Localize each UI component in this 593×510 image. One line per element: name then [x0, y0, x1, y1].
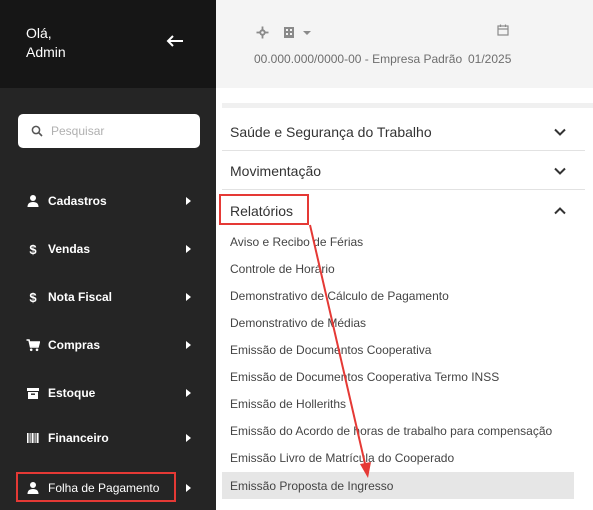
sidebar-item-label: Cadastros: [48, 194, 107, 208]
company-settings[interactable]: [256, 26, 311, 39]
sidebar-item-estoque[interactable]: Estoque: [0, 371, 216, 415]
company-name: 00.000.000/0000-00 - Empresa Padrão: [254, 52, 463, 66]
annotation-highlight-folha: [16, 472, 176, 502]
archive-icon: [27, 388, 39, 399]
caret-right-icon: [186, 434, 191, 442]
report-item[interactable]: Emissão de Documentos Cooperativa: [222, 336, 574, 363]
sidebar-item-cadastros[interactable]: Cadastros: [0, 179, 216, 223]
greeting-hello: Olá,: [26, 25, 52, 41]
report-item[interactable]: Controle de Horário: [222, 255, 574, 282]
sidebar-item-compras[interactable]: Compras: [0, 323, 216, 367]
sidebar-item-vendas[interactable]: $ Vendas: [0, 227, 216, 271]
report-item[interactable]: Demonstrativo de Médias: [222, 309, 574, 336]
caret-right-icon: [186, 245, 191, 253]
greeting-username: Admin: [26, 44, 66, 60]
sidebar-header: Olá, Admin: [0, 0, 216, 88]
report-label: Aviso e Recibo de Férias: [230, 234, 364, 249]
search-input[interactable]: [51, 124, 191, 138]
sidebar: Olá, Admin Cadastros $ Vendas $ Nota Fis…: [0, 0, 216, 510]
accordion-title: Saúde e Segurança do Trabalho: [230, 123, 432, 140]
gear-icon[interactable]: [256, 26, 269, 39]
caret-right-icon: [186, 484, 191, 492]
sidebar-item-label: Vendas: [48, 242, 91, 256]
report-label: Demonstrativo de Cálculo de Pagamento: [230, 288, 449, 303]
user-icon: [27, 195, 39, 207]
sidebar-item-label: Compras: [48, 338, 101, 352]
dollar-icon: $: [29, 289, 37, 305]
caret-right-icon: [186, 341, 191, 349]
caret-right-icon: [186, 197, 191, 205]
report-label: Emissão de Documentos Cooperativa Termo …: [230, 369, 500, 384]
user-greeting: Olá, Admin: [26, 24, 66, 62]
report-label: Controle de Horário: [230, 261, 335, 276]
report-item[interactable]: Emissão do Acordo de horas de trabalho p…: [222, 417, 574, 444]
report-item[interactable]: Emissão de Documentos Cooperativa Termo …: [222, 363, 574, 390]
report-label: Emissão Proposta de Ingresso: [230, 478, 394, 493]
annotation-highlight-relatorios: [219, 194, 309, 225]
dropdown-caret-icon[interactable]: [303, 30, 311, 36]
dollar-icon: $: [29, 241, 37, 257]
accordion-title: Movimentação: [230, 162, 322, 179]
report-label: Emissão do Acordo de horas de trabalho p…: [230, 423, 553, 438]
sidebar-search[interactable]: [18, 114, 200, 148]
barcode-icon: [27, 433, 39, 443]
sidebar-item-label: Nota Fiscal: [48, 290, 113, 304]
collapse-sidebar-arrow-icon[interactable]: [164, 30, 186, 52]
chevron-down-icon: [554, 167, 566, 175]
report-label: Emissão de Documentos Cooperativa: [230, 342, 432, 357]
caret-right-icon: [186, 389, 191, 397]
report-item[interactable]: Emissão Livro de Matrícula do Cooperado: [222, 444, 574, 471]
accordion-saude-seguranca[interactable]: Saúde e Segurança do Trabalho: [222, 113, 585, 151]
chevron-down-icon: [554, 128, 566, 136]
search-icon: [31, 125, 43, 137]
report-label: Emissão de Holleriths: [230, 396, 347, 411]
competence-period[interactable]: 01/2025: [468, 52, 511, 66]
sidebar-item-label: Financeiro: [48, 431, 109, 445]
report-label: Emissão Livro de Matrícula do Cooperado: [230, 450, 455, 465]
sidebar-item-financeiro[interactable]: Financeiro: [0, 416, 216, 460]
cart-icon: [26, 339, 40, 352]
panel-divider: [222, 103, 593, 108]
sidebar-item-label: Estoque: [48, 386, 96, 400]
report-item[interactable]: Aviso e Recibo de Férias: [222, 228, 574, 255]
report-item[interactable]: Demonstrativo de Cálculo de Pagamento: [222, 282, 574, 309]
report-item[interactable]: Emissão de Holleriths: [222, 390, 574, 417]
caret-right-icon: [186, 293, 191, 301]
top-bar: 00.000.000/0000-00 - Empresa Padrão 01/2…: [216, 0, 593, 88]
sidebar-item-nota-fiscal[interactable]: $ Nota Fiscal: [0, 275, 216, 319]
building-icon[interactable]: [283, 26, 295, 39]
accordion-movimentacao[interactable]: Movimentação: [222, 152, 585, 190]
chevron-up-icon: [554, 207, 566, 215]
report-item-selected[interactable]: Emissão Proposta de Ingresso: [222, 472, 574, 499]
calendar-icon[interactable]: [497, 24, 509, 36]
submenu-panel: Saúde e Segurança do Trabalho Movimentaç…: [222, 96, 593, 510]
report-label: Demonstrativo de Médias: [230, 315, 367, 330]
